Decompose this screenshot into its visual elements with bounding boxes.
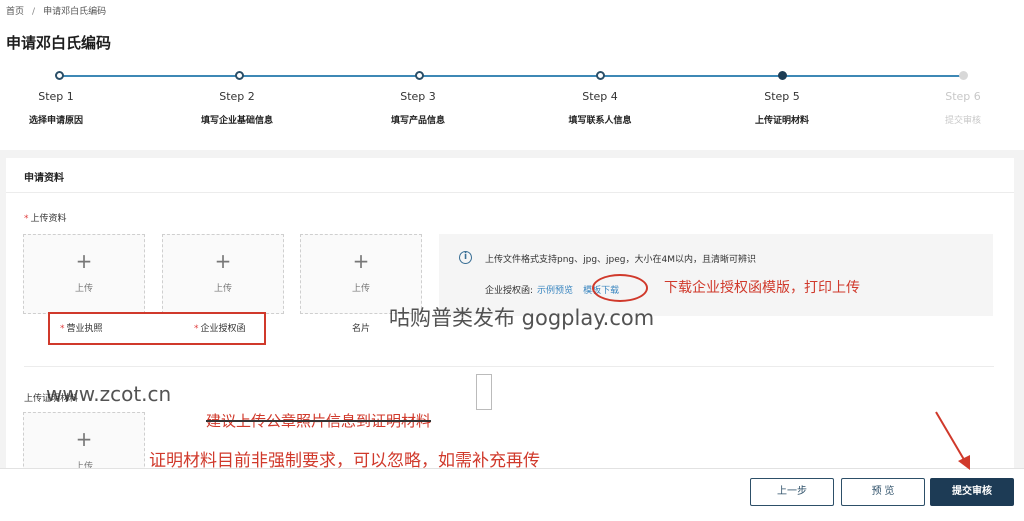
annotation-arrow-icon — [935, 411, 970, 470]
